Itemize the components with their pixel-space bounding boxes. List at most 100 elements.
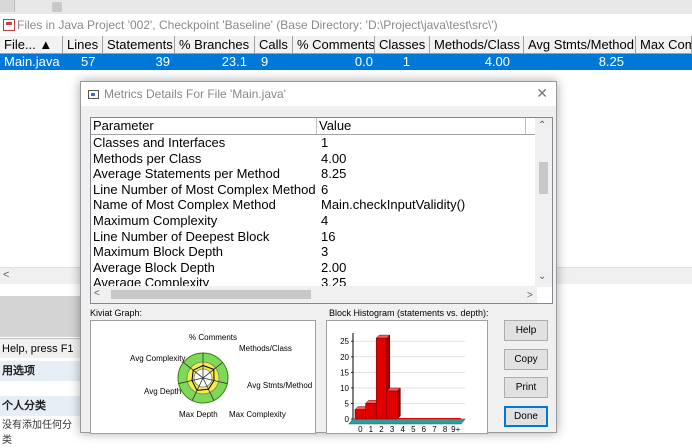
kiviat-axis-avg-stmts: Avg Stmts/Method xyxy=(247,381,312,390)
done-button[interactable]: Done xyxy=(504,406,548,427)
histogram-bar xyxy=(365,403,377,420)
histogram-bar xyxy=(397,418,408,419)
mdi-background xyxy=(0,296,80,337)
scroll-right-icon[interactable]: > xyxy=(527,290,533,301)
cell-methods-class: 4.00 xyxy=(484,54,510,69)
list-item[interactable]: Line Number of Deepest Block 16 xyxy=(91,229,552,245)
cell-comments: 0.0 xyxy=(354,54,373,69)
col-methods-class[interactable]: Methods/Class xyxy=(430,36,524,53)
metric-name: Methods per Class xyxy=(93,150,202,166)
browser-tab[interactable] xyxy=(0,0,15,12)
cell-calls: 9 xyxy=(261,54,269,69)
cell-branches: 23.1 xyxy=(221,54,247,69)
list-item[interactable]: Line Number of Most Complex Method 6 xyxy=(91,182,552,198)
col-parameter[interactable]: Parameter xyxy=(91,118,317,134)
list-item[interactable]: Methods per Class 4.00 xyxy=(91,151,552,167)
metric-name: Average Statements per Method xyxy=(93,166,280,182)
metrics-vscrollbar[interactable]: ⌃ ⌄ xyxy=(535,118,552,287)
col-statements[interactable]: Statements xyxy=(103,36,175,53)
histogram-label: Block Histogram (statements vs. depth): xyxy=(329,308,489,318)
browser-strip xyxy=(0,0,692,14)
metric-value: 4 xyxy=(321,212,329,228)
histogram-bar xyxy=(354,409,366,420)
list-item[interactable]: Maximum Block Depth 3 xyxy=(91,244,552,260)
metric-name: Classes and Interfaces xyxy=(93,135,226,150)
side-note: 没有添加任何分类 xyxy=(0,418,80,446)
list-item[interactable]: Average Statements per Method 8.25 xyxy=(91,166,552,182)
window-icon xyxy=(88,89,99,99)
scroll-up-icon[interactable]: ⌃ xyxy=(538,120,546,131)
col-branches[interactable]: % Branches xyxy=(175,36,255,53)
metrics-rows: Classes and Interfaces 1 Methods per Class… xyxy=(91,135,552,291)
list-item[interactable]: Classes and Interfaces 1 xyxy=(91,135,552,151)
table-row[interactable]: Main.java 57 39 23.1 9 0.0 1 4.00 8.25 xyxy=(0,54,692,70)
kiviat-axis-avg-complexity: Avg Complexity xyxy=(130,354,185,363)
col-lines[interactable]: Lines xyxy=(63,36,103,53)
metrics-list[interactable]: Parameter Value Classes and Interfaces 1 M… xyxy=(90,117,553,304)
metric-value: 8.25 xyxy=(321,166,347,182)
side-section-options[interactable]: 用选项 xyxy=(0,361,80,381)
kiviat-graph: % Comments Methods/Class Avg Stmts/Metho… xyxy=(90,320,316,434)
metrics-hscrollbar[interactable]: < xyxy=(91,286,537,303)
histogram-svg: 05101520250 1 2 3 4 5 6 7 8 9+ xyxy=(340,333,466,433)
col-avg-stmts[interactable]: Avg Stmts/Method xyxy=(524,36,636,53)
metric-value: 2.00 xyxy=(321,259,347,275)
list-item[interactable]: Maximum Complexity 4 xyxy=(91,213,552,229)
histogram-bar xyxy=(429,418,440,419)
cell-statements: 39 xyxy=(155,54,170,69)
cell-max-comp xyxy=(636,54,692,70)
metric-value: 3 xyxy=(321,244,329,260)
metric-value: 16 xyxy=(321,228,336,244)
metric-name: Line Number of Deepest Block xyxy=(93,228,270,244)
cell-avg-stmts: 8.25 xyxy=(598,54,624,69)
kiviat-axis-max-depth: Max Depth xyxy=(179,410,218,419)
histogram-bar xyxy=(439,418,451,419)
vscroll-thumb[interactable] xyxy=(539,162,548,194)
col-file[interactable]: File... ▲ xyxy=(0,36,63,53)
kiviat-axis-comments: % Comments xyxy=(189,333,237,342)
metric-name: Average Block Depth xyxy=(93,259,215,275)
metrics-dialog: Metrics Details For File 'Main.java' ✕ P… xyxy=(80,81,557,434)
list-item[interactable]: Name of Most Complex Method Main.checkInp… xyxy=(91,197,552,213)
metric-value: Main.checkInputValidity() xyxy=(321,197,466,213)
histogram-ytick: 10 xyxy=(340,384,349,393)
col-max-comp[interactable]: Max Comp xyxy=(636,36,692,53)
kiviat-svg: % Comments Methods/Class Avg Stmts/Metho… xyxy=(130,333,312,419)
scroll-left-icon[interactable]: < xyxy=(3,269,9,281)
metric-value: 4.00 xyxy=(321,150,347,166)
files-window-title: Files in Java Project '002', Checkpoint … xyxy=(17,17,498,32)
histogram-floor xyxy=(348,418,466,425)
cell-file: Main.java xyxy=(4,54,60,69)
list-item[interactable]: Average Block Depth 2.00 xyxy=(91,260,552,276)
col-comments[interactable]: % Comments xyxy=(293,36,375,53)
histogram-ytick: 20 xyxy=(340,353,349,362)
histogram-bar xyxy=(375,337,388,420)
dialog-titlebar: Metrics Details For File 'Main.java' xyxy=(81,82,556,106)
print-button[interactable]: Print xyxy=(504,377,548,398)
browser-mini-icon xyxy=(52,2,62,12)
col-value[interactable]: Value xyxy=(317,118,526,134)
copy-button[interactable]: Copy xyxy=(504,349,548,370)
col-calls[interactable]: Calls xyxy=(255,36,293,53)
scroll-down-icon[interactable]: ⌄ xyxy=(538,271,546,282)
hscroll-thumb[interactable] xyxy=(111,290,311,299)
histogram-bar-side xyxy=(397,387,401,420)
files-window-titlebar: Files in Java Project '002', Checkpoint … xyxy=(0,14,692,35)
kiviat-axis-methods-class: Methods/Class xyxy=(239,344,292,353)
metric-name: Maximum Complexity xyxy=(93,212,218,228)
metrics-list-header: Parameter Value xyxy=(91,118,552,135)
kiviat-axis-avg-depth: Avg Depth xyxy=(144,387,181,396)
app-icon xyxy=(3,18,15,31)
help-button[interactable]: Help xyxy=(504,320,548,341)
dialog-title: Metrics Details For File 'Main.java' xyxy=(104,87,286,101)
col-classes[interactable]: Classes xyxy=(375,36,430,53)
cell-lines: 57 xyxy=(81,54,96,69)
histogram-ytick: 25 xyxy=(340,337,349,346)
scroll-left-icon[interactable]: < xyxy=(94,288,100,299)
histogram-ytick: 0 xyxy=(345,415,350,424)
metric-name: Name of Most Complex Method xyxy=(93,197,276,213)
histogram-ytick: 5 xyxy=(345,399,350,408)
histogram-bar xyxy=(418,418,430,419)
close-icon[interactable]: ✕ xyxy=(536,85,548,102)
side-section-categories[interactable]: 个人分类 xyxy=(0,396,80,416)
